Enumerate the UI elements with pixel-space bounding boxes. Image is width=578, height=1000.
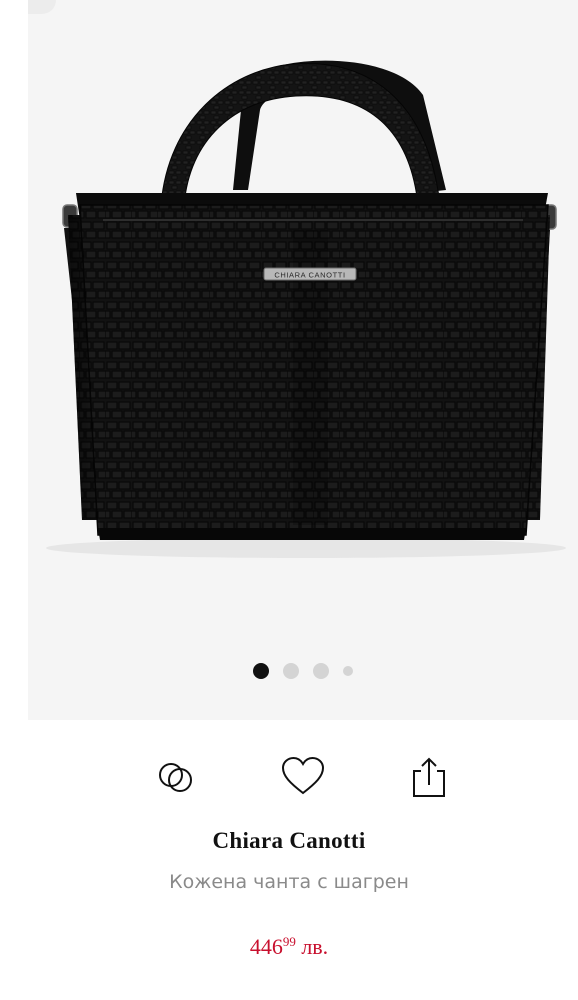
price-cents: 99: [282, 934, 296, 949]
gallery-dot-1[interactable]: [253, 663, 269, 679]
logo-plate-text: CHIARA CANOTTI: [274, 271, 345, 280]
product-actions: [0, 752, 578, 802]
gallery-dot-4[interactable]: [343, 666, 353, 676]
gallery-dot-3[interactable]: [313, 663, 329, 679]
product-title: Кожена чанта с шагрен: [169, 871, 409, 893]
share-icon: [413, 757, 445, 797]
share-button[interactable]: [404, 752, 454, 802]
gallery-pagination[interactable]: [28, 662, 578, 680]
product-price: 44699 лв.: [0, 934, 578, 960]
price-main: 446: [249, 934, 283, 959]
compare-button[interactable]: [151, 752, 201, 802]
product-image-gallery[interactable]: CHIARA CANOTTI: [28, 0, 578, 720]
product-brand[interactable]: Chiara Canotti: [0, 828, 578, 854]
compare-icon: [159, 763, 192, 792]
product-page: CHIARA CANOTTI Chiara Canotti Кожена чан…: [0, 0, 578, 1000]
wishlist-button[interactable]: [278, 752, 328, 802]
gallery-dot-2[interactable]: [283, 663, 299, 679]
heart-icon: [281, 756, 325, 795]
product-image[interactable]: CHIARA CANOTTI: [28, 0, 578, 720]
price-currency: лв.: [301, 934, 329, 959]
